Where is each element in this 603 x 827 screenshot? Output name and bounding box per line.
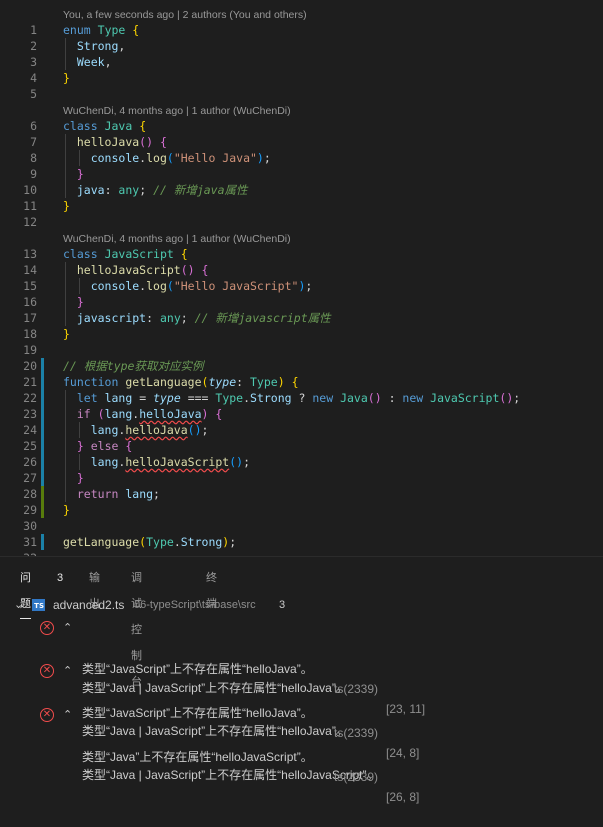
codelens-git-blame[interactable]: WuChenDi, 4 months ago | 1 author (WuChe…: [63, 231, 291, 247]
problem-detail[interactable]: 类型“JavaScript”上不存在属性“helloJava”。 ts(2339…: [0, 639, 603, 716]
code-line[interactable]: 8 console.log("Hello Java");: [0, 150, 603, 166]
line-number: 1: [30, 23, 37, 37]
problem-detail-text: 类型“Java”上不存在属性“helloJavaScript”。: [82, 750, 313, 764]
line-number: 15: [23, 279, 37, 293]
problem-file-path: 06-typeScript\ts-base\src: [134, 599, 256, 611]
line-number: 18: [23, 327, 37, 341]
line-number: 28: [23, 487, 37, 501]
line-number: 10: [23, 183, 37, 197]
line-number: 12: [23, 215, 37, 229]
line-number: 4: [30, 71, 37, 85]
problem-source: ts(2339): [334, 770, 379, 784]
code-line[interactable]: 3 Week,: [0, 54, 603, 70]
code-line[interactable]: 29}: [0, 502, 603, 518]
line-number: 23: [23, 407, 37, 421]
problem-item[interactable]: ✕ ⌃ 类型“Java | JavaScript”上不存在属性“helloJav…: [0, 661, 603, 738]
code-line[interactable]: 4}: [0, 70, 603, 86]
line-number: 2: [30, 39, 37, 53]
code-line[interactable]: 31 getLanguage(Type.Strong);: [0, 534, 603, 550]
line-number: 31: [23, 535, 37, 549]
code-editor[interactable]: You, a few seconds ago | 2 authors (You …: [0, 0, 603, 556]
code-line[interactable]: 14 helloJavaScript() {: [0, 262, 603, 278]
problem-item[interactable]: ✕ ⌃ 类型“Java | JavaScript”上不存在属性“helloJav…: [0, 705, 603, 782]
code-line[interactable]: 26 lang.helloJavaScript();: [0, 454, 603, 470]
line-number: 20: [23, 359, 37, 373]
problem-file-group[interactable]: ⌄ TS advanced2.ts 06-typeScript\ts-base\…: [0, 595, 603, 615]
codelens-git-blame[interactable]: WuChenDi, 4 months ago | 1 author (WuChe…: [63, 103, 291, 119]
line-number: 30: [23, 519, 37, 533]
code-line[interactable]: 13 class JavaScript {: [0, 246, 603, 262]
chevron-up-icon[interactable]: ⌃: [63, 661, 72, 681]
problem-file-count: 3: [279, 599, 286, 611]
code-line[interactable]: 2 Strong,: [0, 38, 603, 54]
code-line[interactable]: 10 java: any; // 新增java属性: [0, 182, 603, 198]
code-line[interactable]: 22 let lang = type === Type.Strong ? new…: [0, 390, 603, 406]
error-icon: ✕: [40, 664, 54, 678]
code-line[interactable]: 7 helloJava() {: [0, 134, 603, 150]
line-number: 21: [23, 375, 37, 389]
line-number: 9: [30, 167, 37, 181]
code-line[interactable]: 25 } else {: [0, 438, 603, 454]
problem-position: [26, 8]: [386, 790, 420, 804]
chevron-up-icon[interactable]: ⌃: [63, 618, 72, 638]
code-line[interactable]: 16 }: [0, 294, 603, 310]
chevron-down-icon[interactable]: ⌄: [14, 595, 23, 615]
line-number: 29: [23, 503, 37, 517]
line-number: 25: [23, 439, 37, 453]
error-icon: ✕: [40, 621, 54, 635]
code-line[interactable]: 27 }: [0, 470, 603, 486]
line-number: 22: [23, 391, 37, 405]
typescript-file-icon: TS: [32, 599, 45, 611]
line-number: 24: [23, 423, 37, 437]
problem-item[interactable]: ✕ ⌃ 类型“Java | JavaScript”上不存在属性“helloJav…: [0, 618, 603, 695]
problem-detail[interactable]: 类型“JavaScript”上不存在属性“helloJava”。 ts(2339…: [0, 683, 603, 760]
code-line[interactable]: 18}: [0, 326, 603, 342]
line-number: 16: [23, 295, 37, 309]
code-line[interactable]: 12: [0, 214, 603, 230]
problems-panel: 问题 3 输出 调试控制台 终端 ⌄ TS advanced2.ts 06-ty…: [0, 556, 603, 804]
code-line[interactable]: 23 if (lang.helloJava) {: [0, 406, 603, 422]
code-line[interactable]: 19: [0, 342, 603, 358]
code-line[interactable]: 21 function getLanguage(type: Type) {: [0, 374, 603, 390]
line-number: 7: [30, 135, 37, 149]
code-line[interactable]: 15 console.log("Hello JavaScript");: [0, 278, 603, 294]
code-line[interactable]: 6 class Java {: [0, 118, 603, 134]
problem-file-name: advanced2.ts: [53, 598, 125, 612]
line-number: 8: [30, 151, 37, 165]
line-number: 6: [30, 119, 37, 133]
line-number: 5: [30, 87, 37, 101]
line-number: 14: [23, 263, 37, 277]
line-number: 3: [30, 55, 37, 69]
code-line[interactable]: 28 return lang;: [0, 486, 603, 502]
line-number: 17: [23, 311, 37, 325]
chevron-up-icon[interactable]: ⌃: [63, 705, 72, 725]
error-icon: ✕: [40, 708, 54, 722]
code-line[interactable]: 24 lang.helloJava();: [0, 422, 603, 438]
code-line[interactable]: 20// 根据type获取对应实例: [0, 358, 603, 374]
line-number: 27: [23, 471, 37, 485]
line-number: 13: [23, 247, 37, 261]
code-line[interactable]: 9 }: [0, 166, 603, 182]
code-line[interactable]: 30: [0, 518, 603, 534]
code-line[interactable]: 11}: [0, 198, 603, 214]
line-number: 11: [23, 199, 37, 213]
problems-count-badge: 3: [57, 572, 64, 584]
code-line[interactable]: 5: [0, 86, 603, 102]
code-line[interactable]: 17 javascript: any; // 新增javascript属性: [0, 310, 603, 326]
line-number: 26: [23, 455, 37, 469]
code-line[interactable]: 1 enum Type {: [0, 22, 603, 38]
problem-detail[interactable]: 类型“Java”上不存在属性“helloJavaScript”。 ts(2339…: [0, 727, 603, 804]
line-number: 19: [23, 343, 37, 357]
codelens-git-blame[interactable]: You, a few seconds ago | 2 authors (You …: [63, 7, 307, 23]
